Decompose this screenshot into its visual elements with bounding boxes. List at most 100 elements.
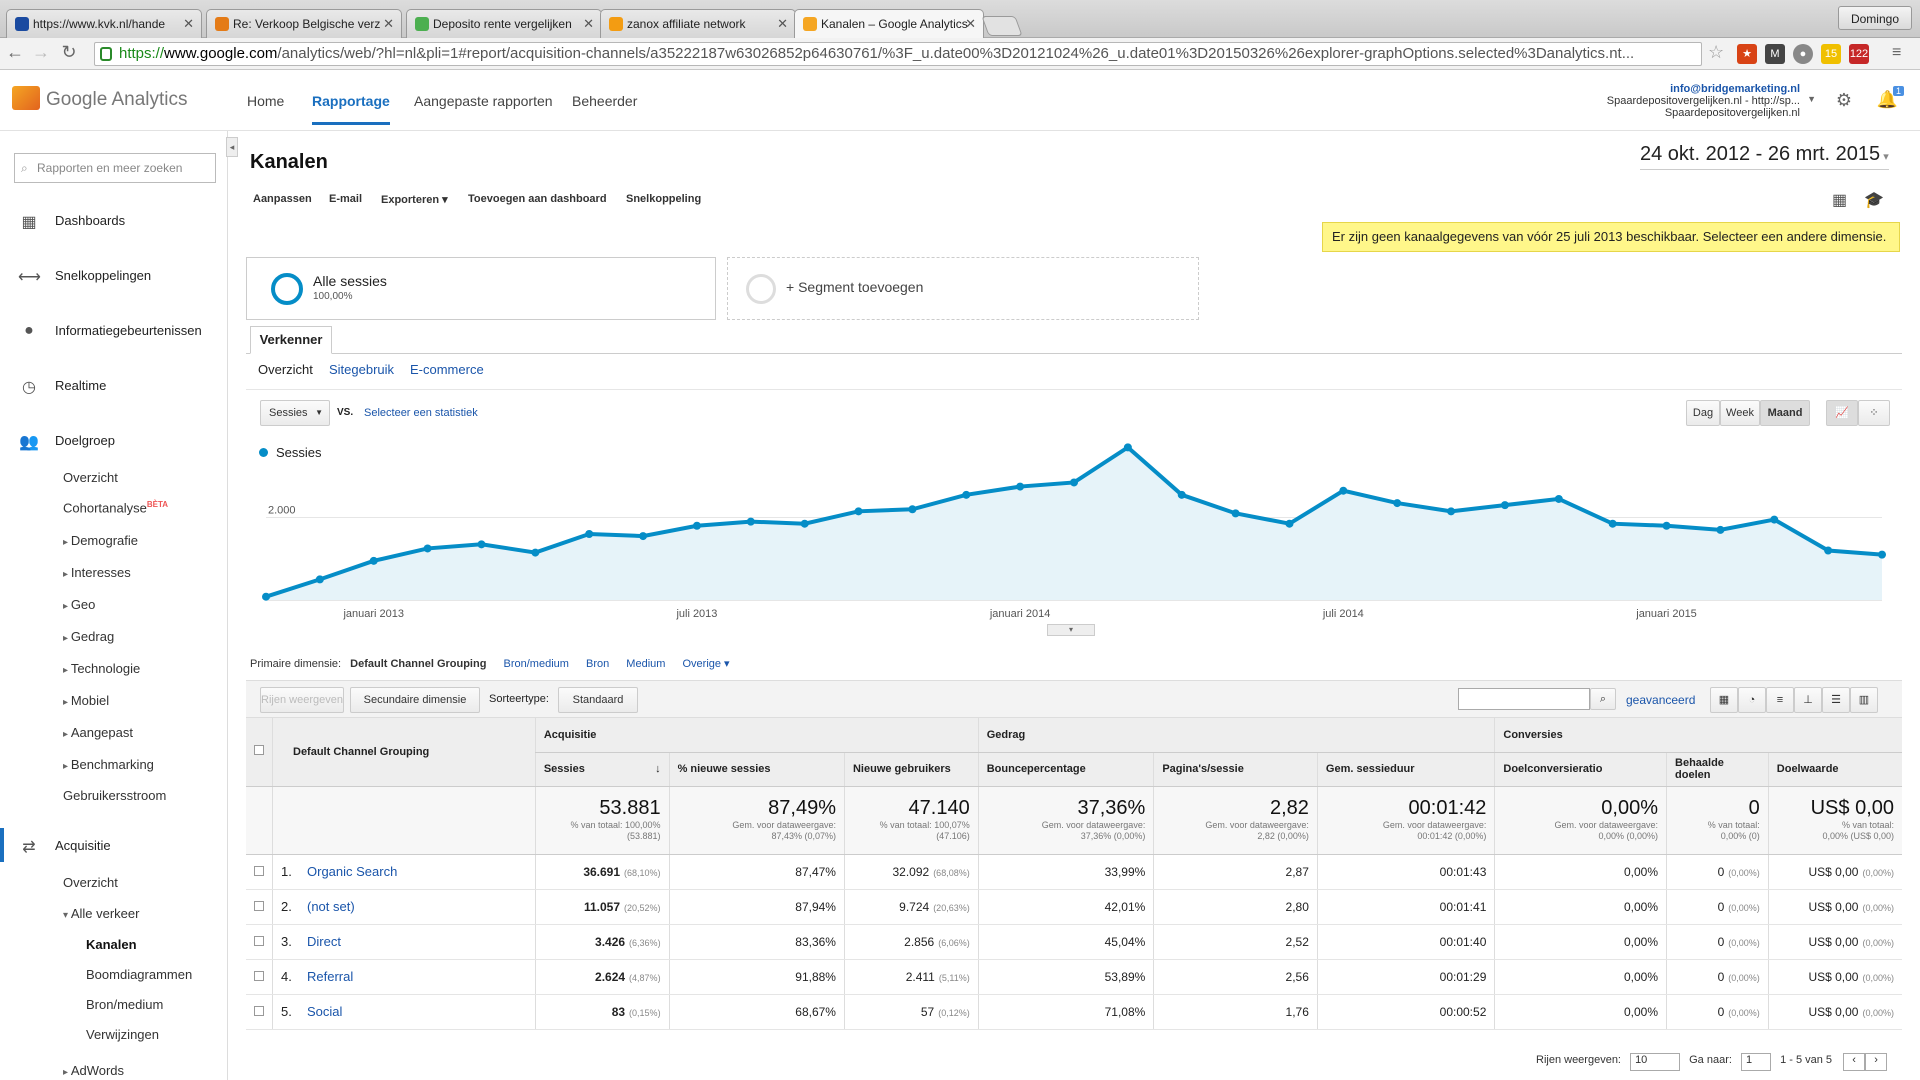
col-doelwaarde[interactable]: Doelwaarde — [1767, 752, 1902, 787]
row-checkbox[interactable] — [246, 854, 273, 890]
performance-view-icon[interactable]: ≡ — [1766, 687, 1794, 713]
close-tab-icon[interactable]: ✕ — [383, 10, 394, 38]
data-point[interactable] — [1554, 494, 1563, 503]
subtab-ecommerce[interactable]: E-commerce — [410, 362, 484, 377]
reload-icon[interactable]: ↻ — [58, 41, 80, 63]
gear-icon[interactable]: ⚙ — [1836, 90, 1852, 111]
nav-aangepaste-rapporten[interactable]: Aangepaste rapporten — [414, 93, 553, 109]
goto-page-input[interactable]: 1 — [1741, 1053, 1771, 1071]
data-point[interactable] — [262, 592, 270, 601]
account-selector[interactable]: info@bridgemarketing.nl Spaardepositover… — [1607, 83, 1800, 119]
sidebar-sub-gebruikersstroom[interactable]: Gebruikersstroom — [63, 788, 166, 803]
data-point[interactable] — [746, 517, 755, 526]
sidebar-sub-cohortanalyse[interactable]: CohortanalyseBÈTA — [63, 500, 168, 515]
report-search-input[interactable]: ⌕ Rapporten en meer zoeken — [14, 153, 216, 183]
col-doelconversieratio[interactable]: Doelconversieratio — [1494, 752, 1667, 787]
data-point[interactable] — [477, 540, 486, 549]
sidebar-item-informatiegebeurtenissen[interactable]: Informatiegebeurtenissen — [55, 323, 202, 338]
sidebar-sub-kanalen[interactable]: Kanalen — [86, 937, 137, 952]
sidebar-sub-alle-verkeer[interactable]: Alle verkeer — [63, 906, 140, 921]
data-point[interactable] — [1123, 443, 1132, 452]
col-nieuwe-sessies[interactable]: % nieuwe sessies — [668, 752, 845, 787]
sidebar-sub-interesses[interactable]: Interesses — [63, 565, 131, 580]
sidebar-sub-boomdiagrammen[interactable]: Boomdiagrammen — [86, 967, 192, 982]
row-checkbox[interactable] — [246, 924, 273, 960]
data-point[interactable] — [800, 519, 809, 528]
prev-page-icon[interactable]: ‹ — [1843, 1053, 1866, 1071]
sidebar-item-snelkoppelingen[interactable]: Snelkoppelingen — [55, 268, 151, 283]
extension-mail-icon[interactable]: 122 — [1849, 44, 1869, 64]
data-point[interactable] — [1824, 546, 1833, 555]
col-bouncepercentage[interactable]: Bouncepercentage — [977, 752, 1154, 787]
close-tab-icon[interactable]: ✕ — [583, 10, 594, 38]
subtab-sitegebruik[interactable]: Sitegebruik — [329, 362, 394, 377]
channel-link[interactable]: 5. Social — [272, 994, 536, 1030]
extension-star-icon[interactable]: ★ — [1737, 44, 1757, 64]
chrome-menu-icon[interactable]: ≡ — [1892, 44, 1901, 62]
table-filter-input[interactable] — [1458, 688, 1590, 710]
comparison-view-icon[interactable]: ⊥ — [1794, 687, 1822, 713]
channel-link[interactable]: 1. Organic Search — [272, 854, 536, 890]
data-point[interactable] — [908, 505, 917, 514]
data-point[interactable] — [692, 521, 701, 530]
collapse-sidebar-button[interactable]: ◂ — [226, 137, 238, 157]
sidebar-sub-overzicht[interactable]: Overzicht — [63, 470, 118, 485]
close-tab-icon[interactable]: ✕ — [777, 10, 788, 38]
sidebar-sub-verwijzingen[interactable]: Verwijzingen — [86, 1027, 159, 1042]
sidebar-sub-geo[interactable]: Geo — [63, 597, 96, 612]
data-point[interactable] — [1177, 490, 1186, 499]
data-point[interactable] — [1878, 550, 1886, 559]
bookmark-star-icon[interactable]: ☆ — [1708, 42, 1724, 63]
data-point[interactable] — [1339, 486, 1348, 495]
extension-circle-icon[interactable]: ● — [1793, 44, 1813, 64]
data-point[interactable] — [369, 556, 378, 565]
data-point[interactable] — [315, 575, 324, 584]
close-tab-icon[interactable]: ✕ — [965, 10, 976, 38]
rows-display-button[interactable]: Rijen weergeven — [260, 687, 344, 713]
col-sessieduur[interactable]: Gem. sessieduur — [1316, 752, 1495, 787]
row-checkbox[interactable] — [246, 994, 273, 1030]
sidebar-item-dashboards[interactable]: Dashboards — [55, 213, 125, 228]
back-icon[interactable]: ← — [4, 41, 26, 63]
action-toevoegen-dashboard[interactable]: Toevoegen aan dashboard — [468, 193, 607, 205]
motion-chart-icon[interactable]: ⁘ — [1858, 400, 1890, 426]
browser-tab[interactable]: Re: Verkoop Belgische verz ✕ — [206, 9, 402, 38]
period-dag-button[interactable]: Dag — [1686, 400, 1720, 426]
data-point[interactable] — [1016, 482, 1025, 491]
data-point[interactable] — [1716, 525, 1725, 534]
col-nieuwe-gebruikers[interactable]: Nieuwe gebruikers — [843, 752, 979, 787]
browser-tab[interactable]: zanox affiliate network ✕ — [600, 9, 796, 38]
grid-view-icon[interactable]: ▦ — [1832, 190, 1847, 210]
dim-default-channel[interactable]: Default Channel Grouping — [350, 658, 486, 670]
pie-view-icon[interactable]: ◔ — [1738, 687, 1766, 713]
add-segment-button[interactable]: + Segment toevoegen — [727, 257, 1199, 320]
dim-bron[interactable]: Bron — [586, 658, 609, 670]
extension-calendar-icon[interactable]: 15 — [1821, 44, 1841, 64]
channel-link[interactable]: 2. (not set) — [272, 889, 536, 925]
sidebar-sub-gedrag[interactable]: Gedrag — [63, 629, 114, 644]
nav-rapportage[interactable]: Rapportage — [312, 93, 390, 125]
sidebar-sub-acq-overzicht[interactable]: Overzicht — [63, 875, 118, 890]
dim-bron-medium[interactable]: Bron/medium — [504, 658, 569, 670]
chart-expand-handle[interactable]: ▾ — [1047, 624, 1095, 636]
nav-beheerder[interactable]: Beheerder — [572, 93, 637, 109]
sidebar-sub-mobiel[interactable]: Mobiel — [63, 693, 109, 708]
data-point[interactable] — [854, 507, 863, 516]
search-icon[interactable]: ⌕ — [1590, 688, 1616, 710]
metric-select[interactable]: Sessies ▼ — [260, 400, 330, 426]
forward-icon[interactable]: → — [30, 41, 52, 63]
table-view-icon[interactable]: ▦ — [1710, 687, 1738, 713]
sidebar-item-doelgroep[interactable]: Doelgroep — [55, 433, 115, 448]
dim-medium[interactable]: Medium — [626, 658, 665, 670]
education-icon[interactable]: 🎓 — [1864, 190, 1884, 210]
sidebar-sub-technologie[interactable]: Technologie — [63, 661, 140, 676]
data-point[interactable] — [1770, 515, 1779, 524]
action-aanpassen[interactable]: Aanpassen — [253, 193, 312, 205]
sidebar-sub-demografie[interactable]: Demografie — [63, 533, 138, 548]
dimension-column-header[interactable]: Default Channel Grouping — [272, 718, 536, 787]
ga-logo[interactable]: Google Analytics — [12, 86, 188, 111]
data-point[interactable] — [423, 544, 432, 553]
date-range-picker[interactable]: 24 okt. 2012 - 26 mrt. 2015 — [1640, 143, 1889, 170]
sidebar-sub-benchmarking[interactable]: Benchmarking — [63, 757, 154, 772]
data-point[interactable] — [1393, 499, 1402, 508]
